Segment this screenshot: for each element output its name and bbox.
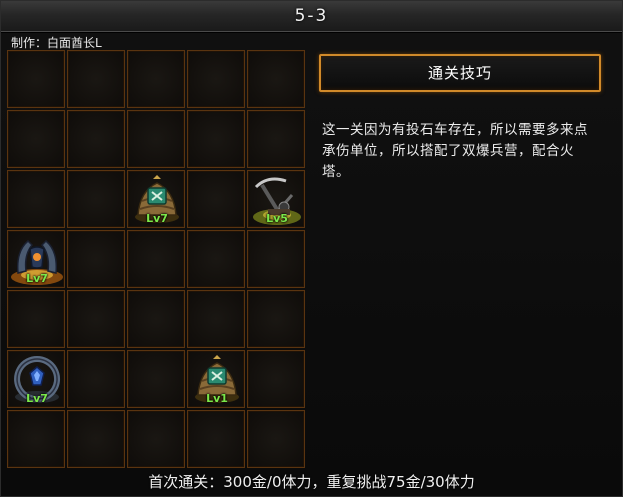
grid-cell[interactable] xyxy=(67,110,125,168)
grid-cell[interactable]: Lv5 xyxy=(247,170,305,228)
grid-cell[interactable] xyxy=(67,290,125,348)
grid-cell[interactable] xyxy=(247,230,305,288)
grid-cell[interactable] xyxy=(247,290,305,348)
grid-cell[interactable] xyxy=(187,230,245,288)
grid-cell[interactable] xyxy=(187,110,245,168)
unit-level-label: Lv5 xyxy=(266,212,288,225)
grid-cell[interactable] xyxy=(7,410,65,468)
grid-cell[interactable] xyxy=(247,350,305,408)
grid-cell[interactable] xyxy=(67,170,125,228)
grid-cell[interactable]: Lv7 xyxy=(127,170,185,228)
stage-title: 5-3 xyxy=(294,6,329,26)
grid-cell[interactable] xyxy=(127,350,185,408)
grid-cell[interactable]: Lv7 xyxy=(7,350,65,408)
grid-cell[interactable] xyxy=(187,290,245,348)
grid-cell[interactable] xyxy=(247,410,305,468)
unit-level-label: Lv7 xyxy=(146,212,168,225)
grid-cell[interactable] xyxy=(7,110,65,168)
formation-grid: Lv7 Lv5 Lv7 Lv7 Lv1 xyxy=(7,50,307,470)
grid-cell[interactable] xyxy=(187,170,245,228)
grid-cell[interactable] xyxy=(67,350,125,408)
unit-level-label: Lv1 xyxy=(206,392,228,405)
grid-cell[interactable] xyxy=(247,110,305,168)
grid-cell[interactable]: Lv7 xyxy=(7,230,65,288)
grid-cell[interactable] xyxy=(67,410,125,468)
grid-cell[interactable] xyxy=(127,410,185,468)
tips-description: 这一关因为有投石车存在，所以需要多来点承伤单位，所以搭配了双爆兵营，配合火塔。 xyxy=(322,122,588,180)
grid-cell[interactable] xyxy=(127,290,185,348)
grid-cell[interactable] xyxy=(187,50,245,108)
grid-cell[interactable] xyxy=(67,50,125,108)
grid-cell[interactable] xyxy=(7,290,65,348)
grid-cell[interactable] xyxy=(7,50,65,108)
grid-cell[interactable] xyxy=(127,230,185,288)
grid-cell[interactable] xyxy=(187,410,245,468)
grid-cell[interactable] xyxy=(127,110,185,168)
grid-cell[interactable] xyxy=(247,50,305,108)
grid-cell[interactable]: Lv1 xyxy=(187,350,245,408)
grid-cell[interactable] xyxy=(67,230,125,288)
clear-tips-button[interactable]: 通关技巧 xyxy=(319,54,601,92)
unit-level-label: Lv7 xyxy=(26,272,48,285)
unit-level-label: Lv7 xyxy=(26,392,48,405)
title-bar: 5-3 xyxy=(1,1,622,32)
author-credit: 制作：白面酋长L xyxy=(11,36,102,50)
reward-info: 首次通关：300金/0体力，重复挑战75金/30体力 xyxy=(148,473,475,491)
grid-cell[interactable] xyxy=(127,50,185,108)
grid-cell[interactable] xyxy=(7,170,65,228)
